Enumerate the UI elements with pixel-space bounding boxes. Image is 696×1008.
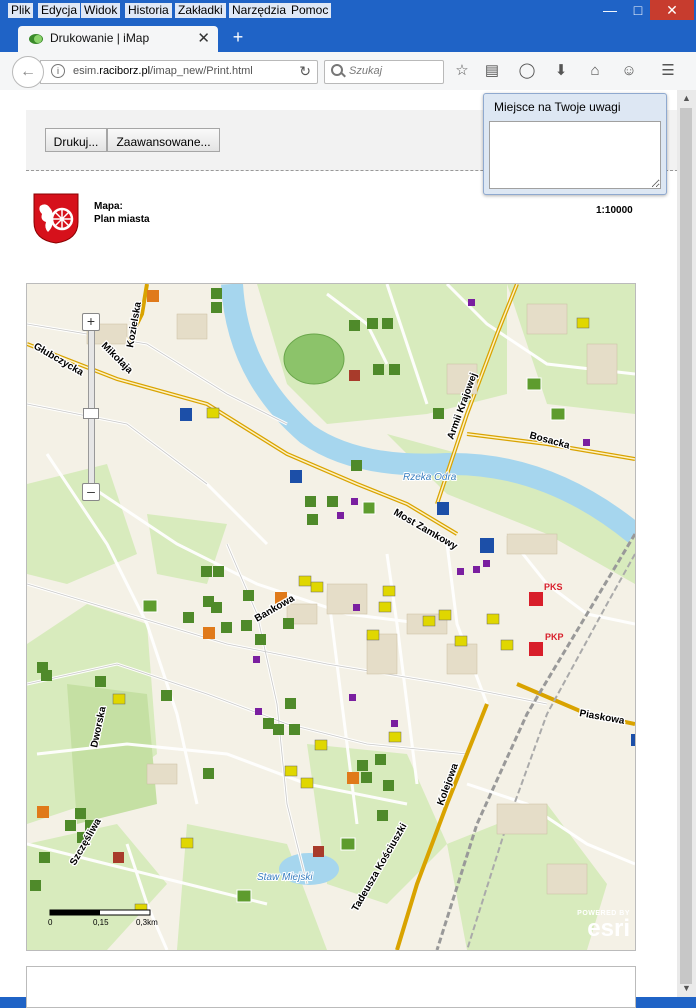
- zoom-slider-handle[interactable]: [83, 408, 99, 419]
- menu-bar: Plik Edycja Widok Historia Zakładki Narz…: [0, 0, 696, 22]
- map-label: Mapa:: [94, 201, 123, 212]
- url-text: esim.raciborz.pl/imap_new/Print.html: [73, 65, 253, 77]
- download-icon[interactable]: ⬇: [551, 62, 571, 80]
- imap-favicon-icon: [29, 34, 43, 44]
- menu-help[interactable]: Pomoc: [288, 3, 332, 18]
- hello-icon[interactable]: ☺: [619, 62, 639, 80]
- scroll-up-icon[interactable]: ▲: [677, 90, 696, 106]
- esri-attribution: POWERED BY esri: [572, 910, 630, 942]
- menu-file[interactable]: Plik: [8, 3, 34, 18]
- comment-box: Miejsce na Twoje uwagi: [483, 93, 667, 195]
- menu-bookmarks[interactable]: Zakładki: [175, 3, 226, 18]
- advanced-button[interactable]: Zaawansowane...: [107, 128, 220, 152]
- tab-close-icon[interactable]: ✕: [197, 29, 210, 47]
- scale-bar: 0 0,15 0,3km: [48, 909, 158, 927]
- scale-tick-1: 0,15: [93, 918, 109, 927]
- menu-tools[interactable]: Narzędzia: [229, 3, 290, 18]
- reload-icon[interactable]: ↻: [299, 63, 311, 80]
- zoom-out-button[interactable]: –: [82, 483, 100, 501]
- map-view[interactable]: Kozielska Mikołaja Głubczycka Armii Kraj…: [26, 283, 636, 951]
- back-button[interactable]: ←: [12, 56, 44, 88]
- search-placeholder: Szukaj: [349, 65, 383, 77]
- comment-textarea[interactable]: [489, 121, 661, 189]
- print-button[interactable]: Drukuj...: [45, 128, 107, 152]
- scroll-thumb[interactable]: [680, 108, 692, 984]
- star-icon[interactable]: ☆: [452, 62, 472, 80]
- tab-print[interactable]: Drukowanie | iMap ✕: [18, 26, 218, 52]
- scale-tick-0: 0: [48, 918, 53, 927]
- scale-tick-2: 0,3km: [136, 918, 158, 927]
- comment-title: Miejsce na Twoje uwagi: [494, 100, 621, 114]
- minimize-button[interactable]: —: [596, 0, 624, 20]
- page-info-icon[interactable]: i: [51, 64, 65, 78]
- menu-edit[interactable]: Edycja: [38, 3, 81, 18]
- raciborz-coat-of-arms-icon: [33, 193, 79, 244]
- map-scale: 1:10000: [596, 205, 633, 216]
- pocket-icon[interactable]: ◯: [517, 62, 537, 80]
- map-title: Mapa: Plan miasta: [94, 200, 150, 226]
- hamburger-menu-icon[interactable]: ☰: [658, 62, 678, 80]
- label-pks: PKS: [544, 582, 563, 592]
- esri-logo: esri: [587, 915, 630, 942]
- scroll-down-icon[interactable]: ▼: [677, 980, 696, 996]
- zoom-slider[interactable]: [88, 317, 95, 491]
- label-rzeka-odra: Rzeka Odra: [403, 472, 457, 483]
- search-bar[interactable]: Szukaj: [324, 60, 444, 84]
- tab-title: Drukowanie | iMap: [50, 31, 150, 45]
- maximize-button[interactable]: □: [624, 0, 652, 20]
- new-tab-icon[interactable]: +: [228, 27, 248, 48]
- map-name: Plan miasta: [94, 214, 150, 225]
- search-icon: [331, 64, 343, 76]
- home-icon[interactable]: ⌂: [585, 62, 605, 80]
- notes-panel: [26, 966, 636, 1008]
- menu-view[interactable]: Widok: [81, 3, 121, 18]
- menu-history[interactable]: Historia: [125, 3, 172, 18]
- reading-list-icon[interactable]: ▤: [482, 62, 502, 80]
- label-staw: Staw Miejski: [257, 872, 313, 883]
- close-window-button[interactable]: ✕: [650, 0, 694, 20]
- address-bar[interactable]: i esim.raciborz.pl/imap_new/Print.html ↻: [40, 60, 318, 84]
- map-canvas: Kozielska Mikołaja Głubczycka Armii Kraj…: [27, 284, 635, 950]
- zoom-in-button[interactable]: +: [82, 313, 100, 331]
- label-pkp: PKP: [545, 632, 564, 642]
